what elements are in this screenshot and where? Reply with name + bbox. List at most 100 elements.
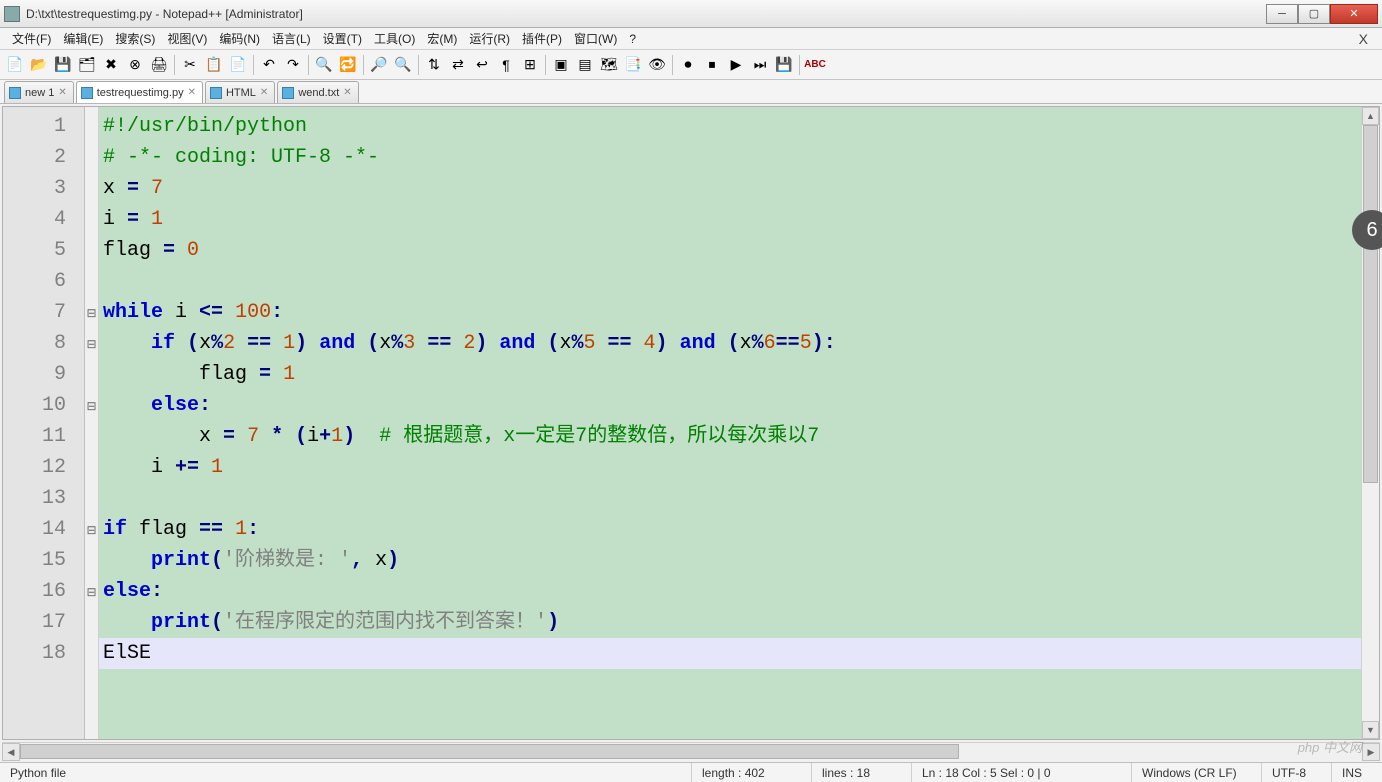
code-line[interactable]: else: [99, 576, 1361, 607]
code-line[interactable]: i = 1 [99, 204, 1361, 235]
scroll-down-icon[interactable]: ▼ [1362, 721, 1379, 739]
play-icon[interactable]: ▶ [725, 54, 747, 76]
menu-encoding[interactable]: 编码(N) [213, 28, 266, 49]
menu-view[interactable]: 视图(V) [161, 28, 213, 49]
menu-language[interactable]: 语言(L) [266, 28, 317, 49]
fold-column[interactable] [85, 107, 99, 739]
code-line[interactable] [99, 266, 1361, 297]
code-line[interactable]: #!/usr/bin/python [99, 111, 1361, 142]
zoom-in-icon[interactable]: 🔎 [368, 54, 390, 76]
close-file-icon[interactable]: ✖ [100, 54, 122, 76]
scroll-left-icon[interactable]: ◀ [2, 743, 20, 761]
menu-plugins[interactable]: 插件(P) [516, 28, 568, 49]
tab-testrequestimg[interactable]: testrequestimg.py ✕ [76, 81, 203, 103]
copy-icon[interactable]: 📋 [203, 54, 225, 76]
fold-marker [85, 111, 98, 142]
close-all-icon[interactable]: ⊗ [124, 54, 146, 76]
minimize-button[interactable]: ─ [1266, 4, 1298, 24]
scroll-thumb[interactable] [1363, 125, 1378, 483]
tab-wend[interactable]: wend.txt ✕ [277, 81, 358, 103]
tab-new1[interactable]: new 1 ✕ [4, 81, 74, 103]
monitor-icon[interactable]: 👁 [646, 54, 668, 76]
code-line[interactable]: flag = 0 [99, 235, 1361, 266]
replace-icon[interactable]: 🔁 [337, 54, 359, 76]
close-button[interactable]: ✕ [1330, 4, 1378, 24]
tab-close-icon[interactable]: ✕ [58, 87, 66, 98]
stop-icon[interactable]: ⏹ [701, 54, 723, 76]
tab-close-icon[interactable]: ✕ [188, 87, 196, 98]
redo-icon[interactable]: ↷ [282, 54, 304, 76]
menu-tools[interactable]: 工具(O) [368, 28, 421, 49]
editor: 123456789101112131415161718 #!/usr/bin/p… [2, 106, 1380, 740]
fold-marker[interactable] [85, 390, 98, 421]
unfold-icon[interactable]: ▤ [574, 54, 596, 76]
line-number: 7 [3, 297, 84, 328]
open-file-icon[interactable]: 📂 [28, 54, 50, 76]
show-chars-icon[interactable]: ¶ [495, 54, 517, 76]
maximize-button[interactable]: ▢ [1298, 4, 1330, 24]
save-macro-icon[interactable]: 💾 [773, 54, 795, 76]
fast-forward-icon[interactable]: ⏭ [749, 54, 771, 76]
horizontal-scrollbar[interactable]: ◀ ▶ [2, 742, 1380, 760]
scroll-right-icon[interactable]: ▶ [1362, 743, 1380, 761]
menu-file[interactable]: 文件(F) [6, 28, 57, 49]
scroll-thumb[interactable] [20, 744, 959, 759]
fold-marker[interactable] [85, 514, 98, 545]
code-line[interactable]: else: [99, 390, 1361, 421]
fold-marker[interactable] [85, 328, 98, 359]
menubar-close-icon[interactable]: X [1351, 29, 1376, 49]
code-line[interactable]: if flag == 1: [99, 514, 1361, 545]
code-area[interactable]: #!/usr/bin/python# -*- coding: UTF-8 -*-… [99, 107, 1361, 739]
spellcheck-icon[interactable]: ABC [804, 54, 826, 76]
code-line[interactable]: if (x%2 == 1) and (x%3 == 2) and (x%5 ==… [99, 328, 1361, 359]
code-line[interactable]: x = 7 * (i+1) # 根据题意，x一定是7的整数倍，所以每次乘以7 [99, 421, 1361, 452]
cut-icon[interactable]: ✂ [179, 54, 201, 76]
indent-guide-icon[interactable]: ⊞ [519, 54, 541, 76]
new-file-icon[interactable]: 📄 [4, 54, 26, 76]
print-icon[interactable]: 🖨 [148, 54, 170, 76]
zoom-out-icon[interactable]: 🔍 [392, 54, 414, 76]
vertical-scrollbar[interactable]: ▲ ▼ [1361, 107, 1379, 739]
undo-icon[interactable]: ↶ [258, 54, 280, 76]
menu-window[interactable]: 窗口(W) [568, 28, 623, 49]
wrap-icon[interactable]: ↩ [471, 54, 493, 76]
status-filetype: Python file [0, 763, 692, 782]
save-icon[interactable]: 💾 [52, 54, 74, 76]
tabbar: new 1 ✕ testrequestimg.py ✕ HTML ✕ wend.… [0, 80, 1382, 104]
menu-settings[interactable]: 设置(T) [317, 28, 368, 49]
code-line[interactable]: flag = 1 [99, 359, 1361, 390]
code-line[interactable]: # -*- coding: UTF-8 -*- [99, 142, 1361, 173]
tab-html[interactable]: HTML ✕ [205, 81, 275, 103]
doc-map-icon[interactable]: 🗺 [598, 54, 620, 76]
code-line[interactable]: i += 1 [99, 452, 1361, 483]
line-number: 2 [3, 142, 84, 173]
tab-close-icon[interactable]: ✕ [343, 87, 351, 98]
function-list-icon[interactable]: 📑 [622, 54, 644, 76]
scroll-track[interactable] [20, 743, 1362, 760]
fold-marker[interactable] [85, 297, 98, 328]
menu-help[interactable]: ? [623, 30, 642, 48]
fold-marker[interactable] [85, 576, 98, 607]
sync-h-icon[interactable]: ⇄ [447, 54, 469, 76]
save-all-icon[interactable]: 🗂 [76, 54, 98, 76]
scroll-up-icon[interactable]: ▲ [1362, 107, 1379, 125]
separator [672, 55, 673, 75]
fold-marker [85, 173, 98, 204]
code-line[interactable]: ElSE [99, 638, 1361, 669]
menu-run[interactable]: 运行(R) [463, 28, 516, 49]
code-line[interactable]: x = 7 [99, 173, 1361, 204]
record-icon[interactable]: ⏺ [677, 54, 699, 76]
code-line[interactable]: while i <= 100: [99, 297, 1361, 328]
code-line[interactable]: print('阶梯数是: ', x) [99, 545, 1361, 576]
tab-close-icon[interactable]: ✕ [260, 87, 268, 98]
menu-macro[interactable]: 宏(M) [421, 28, 463, 49]
paste-icon[interactable]: 📄 [227, 54, 249, 76]
fold-icon[interactable]: ▣ [550, 54, 572, 76]
sync-v-icon[interactable]: ⇅ [423, 54, 445, 76]
code-line[interactable] [99, 483, 1361, 514]
code-line[interactable]: print('在程序限定的范围内找不到答案！') [99, 607, 1361, 638]
status-length: length : 402 [692, 763, 812, 782]
menu-search[interactable]: 搜索(S) [109, 28, 161, 49]
find-icon[interactable]: 🔍 [313, 54, 335, 76]
menu-edit[interactable]: 编辑(E) [57, 28, 109, 49]
